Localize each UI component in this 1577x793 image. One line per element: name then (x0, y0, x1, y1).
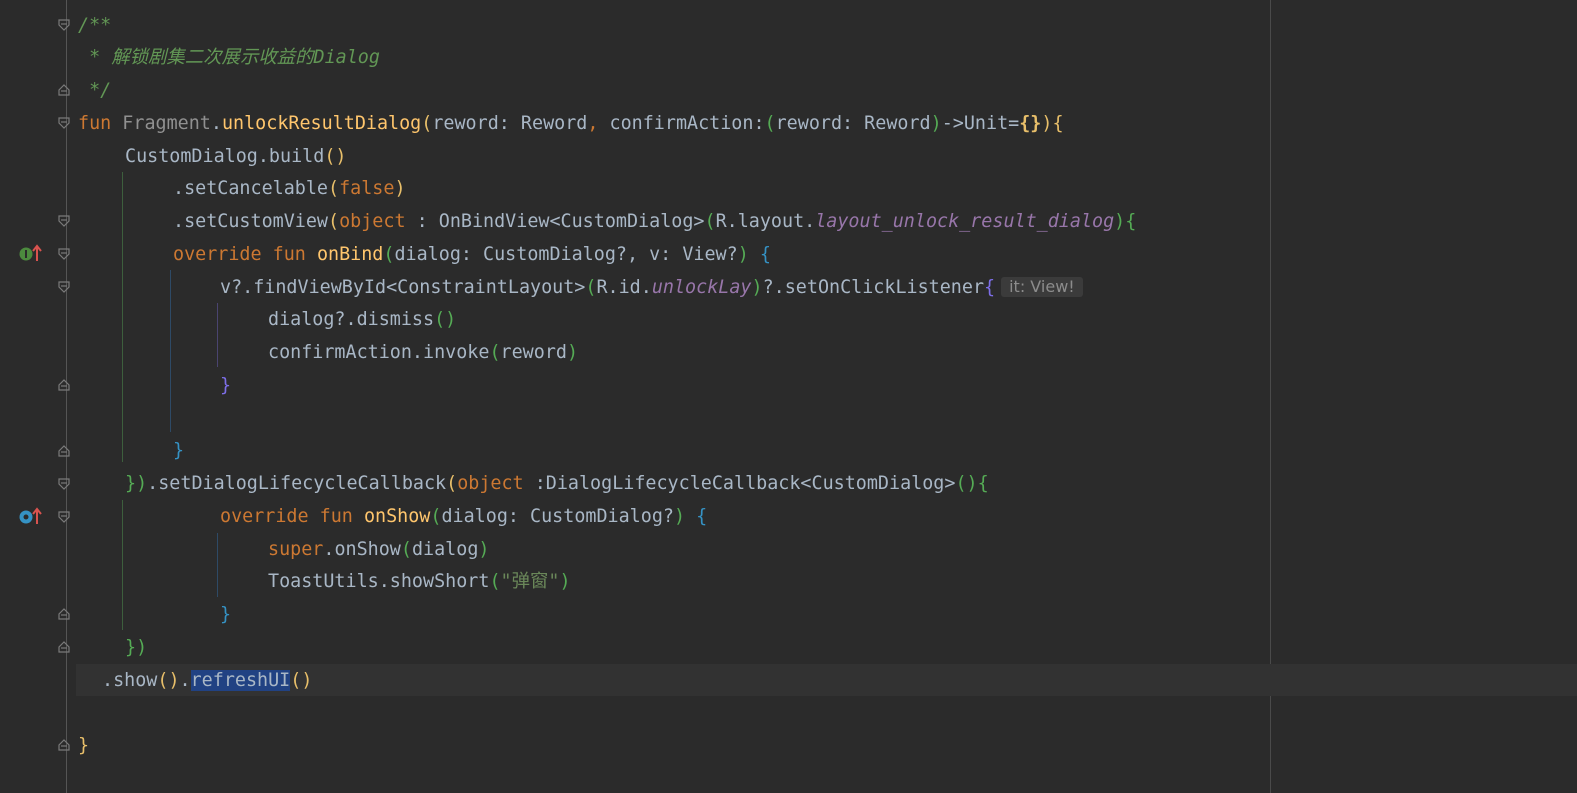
code-line[interactable]: } (78, 434, 184, 467)
type: :DialogLifecycleCallback<CustomDialog> (523, 473, 956, 494)
fold-open-icon[interactable] (58, 281, 70, 293)
call: CustomDialog.build (125, 146, 325, 167)
code-line[interactable]: dialog?.dismiss() (78, 303, 456, 336)
keyword: override fun (220, 506, 364, 527)
param: dialog: CustomDialog? (441, 506, 674, 527)
param: dialog: CustomDialog?, v: View? (394, 244, 738, 265)
fold-close-icon[interactable] (58, 379, 70, 391)
code-line[interactable]: .setCustomView(object : OnBindView<Custo… (78, 205, 1136, 238)
function-name: onBind (316, 244, 384, 265)
keyword: fun (78, 113, 112, 134)
fold-close-icon[interactable] (58, 608, 70, 620)
code-line[interactable]: .setCancelable(false) (78, 172, 406, 205)
code-line[interactable]: } (78, 598, 231, 631)
overrides-icon[interactable] (18, 506, 44, 528)
fold-close-icon[interactable] (58, 739, 70, 751)
call: .setCancelable (173, 178, 329, 199)
resource-prefix: R.layout. (715, 211, 816, 232)
code-line[interactable]: } (78, 369, 231, 402)
call: confirmAction.invoke (268, 342, 490, 363)
code-line[interactable]: }).setDialogLifecycleCallback(object :Di… (78, 467, 989, 500)
code-line[interactable]: fun Fragment.unlockResultDialog(reword: … (78, 107, 1064, 140)
code-line[interactable]: confirmAction.invoke(reword) (78, 336, 578, 369)
code-line-current[interactable]: .show().refreshUI() (78, 664, 312, 697)
fold-open-icon[interactable] (58, 478, 70, 490)
selected-text[interactable]: refreshUI (190, 670, 291, 691)
param: confirmAction: (598, 113, 765, 134)
arg: dialog (411, 539, 479, 560)
call: v?.findViewById<ConstraintLayout> (220, 277, 586, 298)
fold-open-icon[interactable] (58, 117, 70, 129)
code-line[interactable]: super.onShow(dialog) (78, 533, 489, 566)
resource-id: layout_unlock_result_dialog (815, 211, 1115, 232)
code-line[interactable]: CustomDialog.build() (78, 140, 346, 173)
function-name: onShow (363, 506, 431, 527)
function-name: unlockResultDialog (221, 113, 422, 134)
inlay-hint[interactable]: it: View! (1001, 277, 1083, 297)
string-literal: "弹窗" (500, 571, 560, 592)
call: ?.setOnClickListener (762, 277, 985, 298)
code-line[interactable]: */ (78, 74, 111, 107)
code-line[interactable]: v?.findViewById<ConstraintLayout>(R.id.u… (78, 271, 1083, 304)
code-line[interactable]: }) (78, 631, 147, 664)
fold-close-icon[interactable] (58, 84, 70, 96)
keyword: super (268, 539, 324, 560)
return-type: ->Unit= (941, 113, 1020, 134)
fold-close-icon[interactable] (58, 641, 70, 653)
code-line[interactable]: override fun onShow(dialog: CustomDialog… (78, 500, 707, 533)
fold-open-icon[interactable] (58, 215, 70, 227)
code-line[interactable]: override fun onBind(dialog: CustomDialog… (78, 238, 771, 271)
fold-open-icon[interactable] (58, 248, 70, 260)
code-line[interactable]: /** (78, 9, 111, 42)
arg: reword (500, 342, 567, 363)
fold-open-icon[interactable] (58, 19, 70, 31)
call: ToastUtils.showShort (268, 571, 490, 592)
code-line[interactable]: ToastUtils.showShort("弹窗") (78, 565, 571, 598)
implements-icon[interactable] (18, 243, 44, 265)
call: .onShow (323, 539, 401, 560)
keyword: object (339, 211, 406, 232)
keyword: override fun (173, 244, 317, 265)
fold-open-icon[interactable] (58, 511, 70, 523)
resource-prefix: R.id. (596, 277, 652, 298)
call: .setDialogLifecycleCallback (147, 473, 447, 494)
receiver-type: Fragment (122, 113, 211, 134)
param: reword: Reword (775, 113, 931, 134)
call: dialog?.dismiss (268, 309, 435, 330)
keyword: object (457, 473, 524, 494)
type: : OnBindView<CustomDialog> (405, 211, 705, 232)
resource-id: unlockLay (651, 277, 752, 298)
call: .show (102, 670, 158, 691)
fold-close-icon[interactable] (58, 445, 70, 457)
keyword: false (339, 178, 395, 199)
param: reword: Reword (432, 113, 588, 134)
code-line[interactable]: * 解锁剧集二次展示收益的Dialog (78, 41, 380, 74)
call: .setCustomView (173, 211, 329, 232)
code-line[interactable]: } (78, 729, 89, 762)
